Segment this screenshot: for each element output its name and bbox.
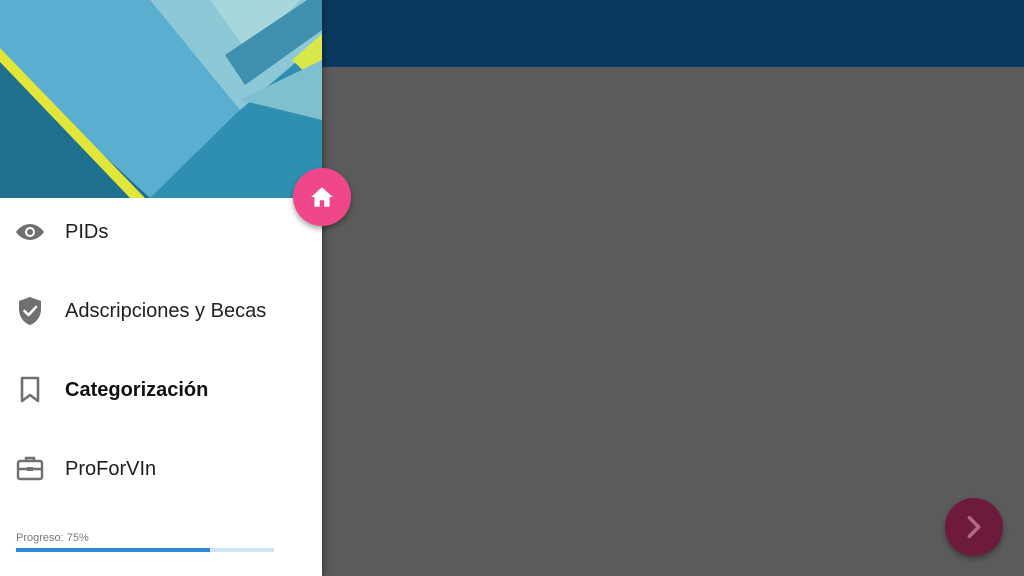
chevron-right-icon — [967, 515, 981, 539]
menu-item-proforvin[interactable]: ProForVIn — [0, 439, 322, 499]
next-button[interactable] — [945, 498, 1003, 556]
navigation-drawer: PIDs Adscripciones y Becas Categorizació… — [0, 0, 351, 576]
verified-shield-icon — [14, 295, 46, 327]
briefcase-icon — [14, 453, 46, 485]
menu-item-label: Categorización — [65, 378, 209, 401]
menu-item-categorizacion[interactable]: Categorización — [0, 360, 322, 420]
menu-item-label: Adscripciones y Becas — [65, 299, 267, 322]
drawer-header-image — [0, 0, 322, 198]
eye-icon — [14, 216, 46, 248]
progress-label: Progreso: 75% — [16, 532, 89, 544]
progress-fill — [16, 548, 210, 552]
progress-indicator: Progreso: 75% — [16, 532, 274, 552]
home-icon — [311, 187, 333, 207]
progress-track — [16, 548, 274, 552]
menu-item-pids[interactable]: PIDs — [0, 202, 322, 262]
menu-item-adscripciones[interactable]: Adscripciones y Becas — [0, 281, 322, 341]
menu-item-label: PIDs — [65, 220, 109, 243]
bookmark-icon — [14, 374, 46, 406]
home-button[interactable] — [293, 168, 351, 226]
menu-item-label: ProForVIn — [65, 457, 157, 480]
